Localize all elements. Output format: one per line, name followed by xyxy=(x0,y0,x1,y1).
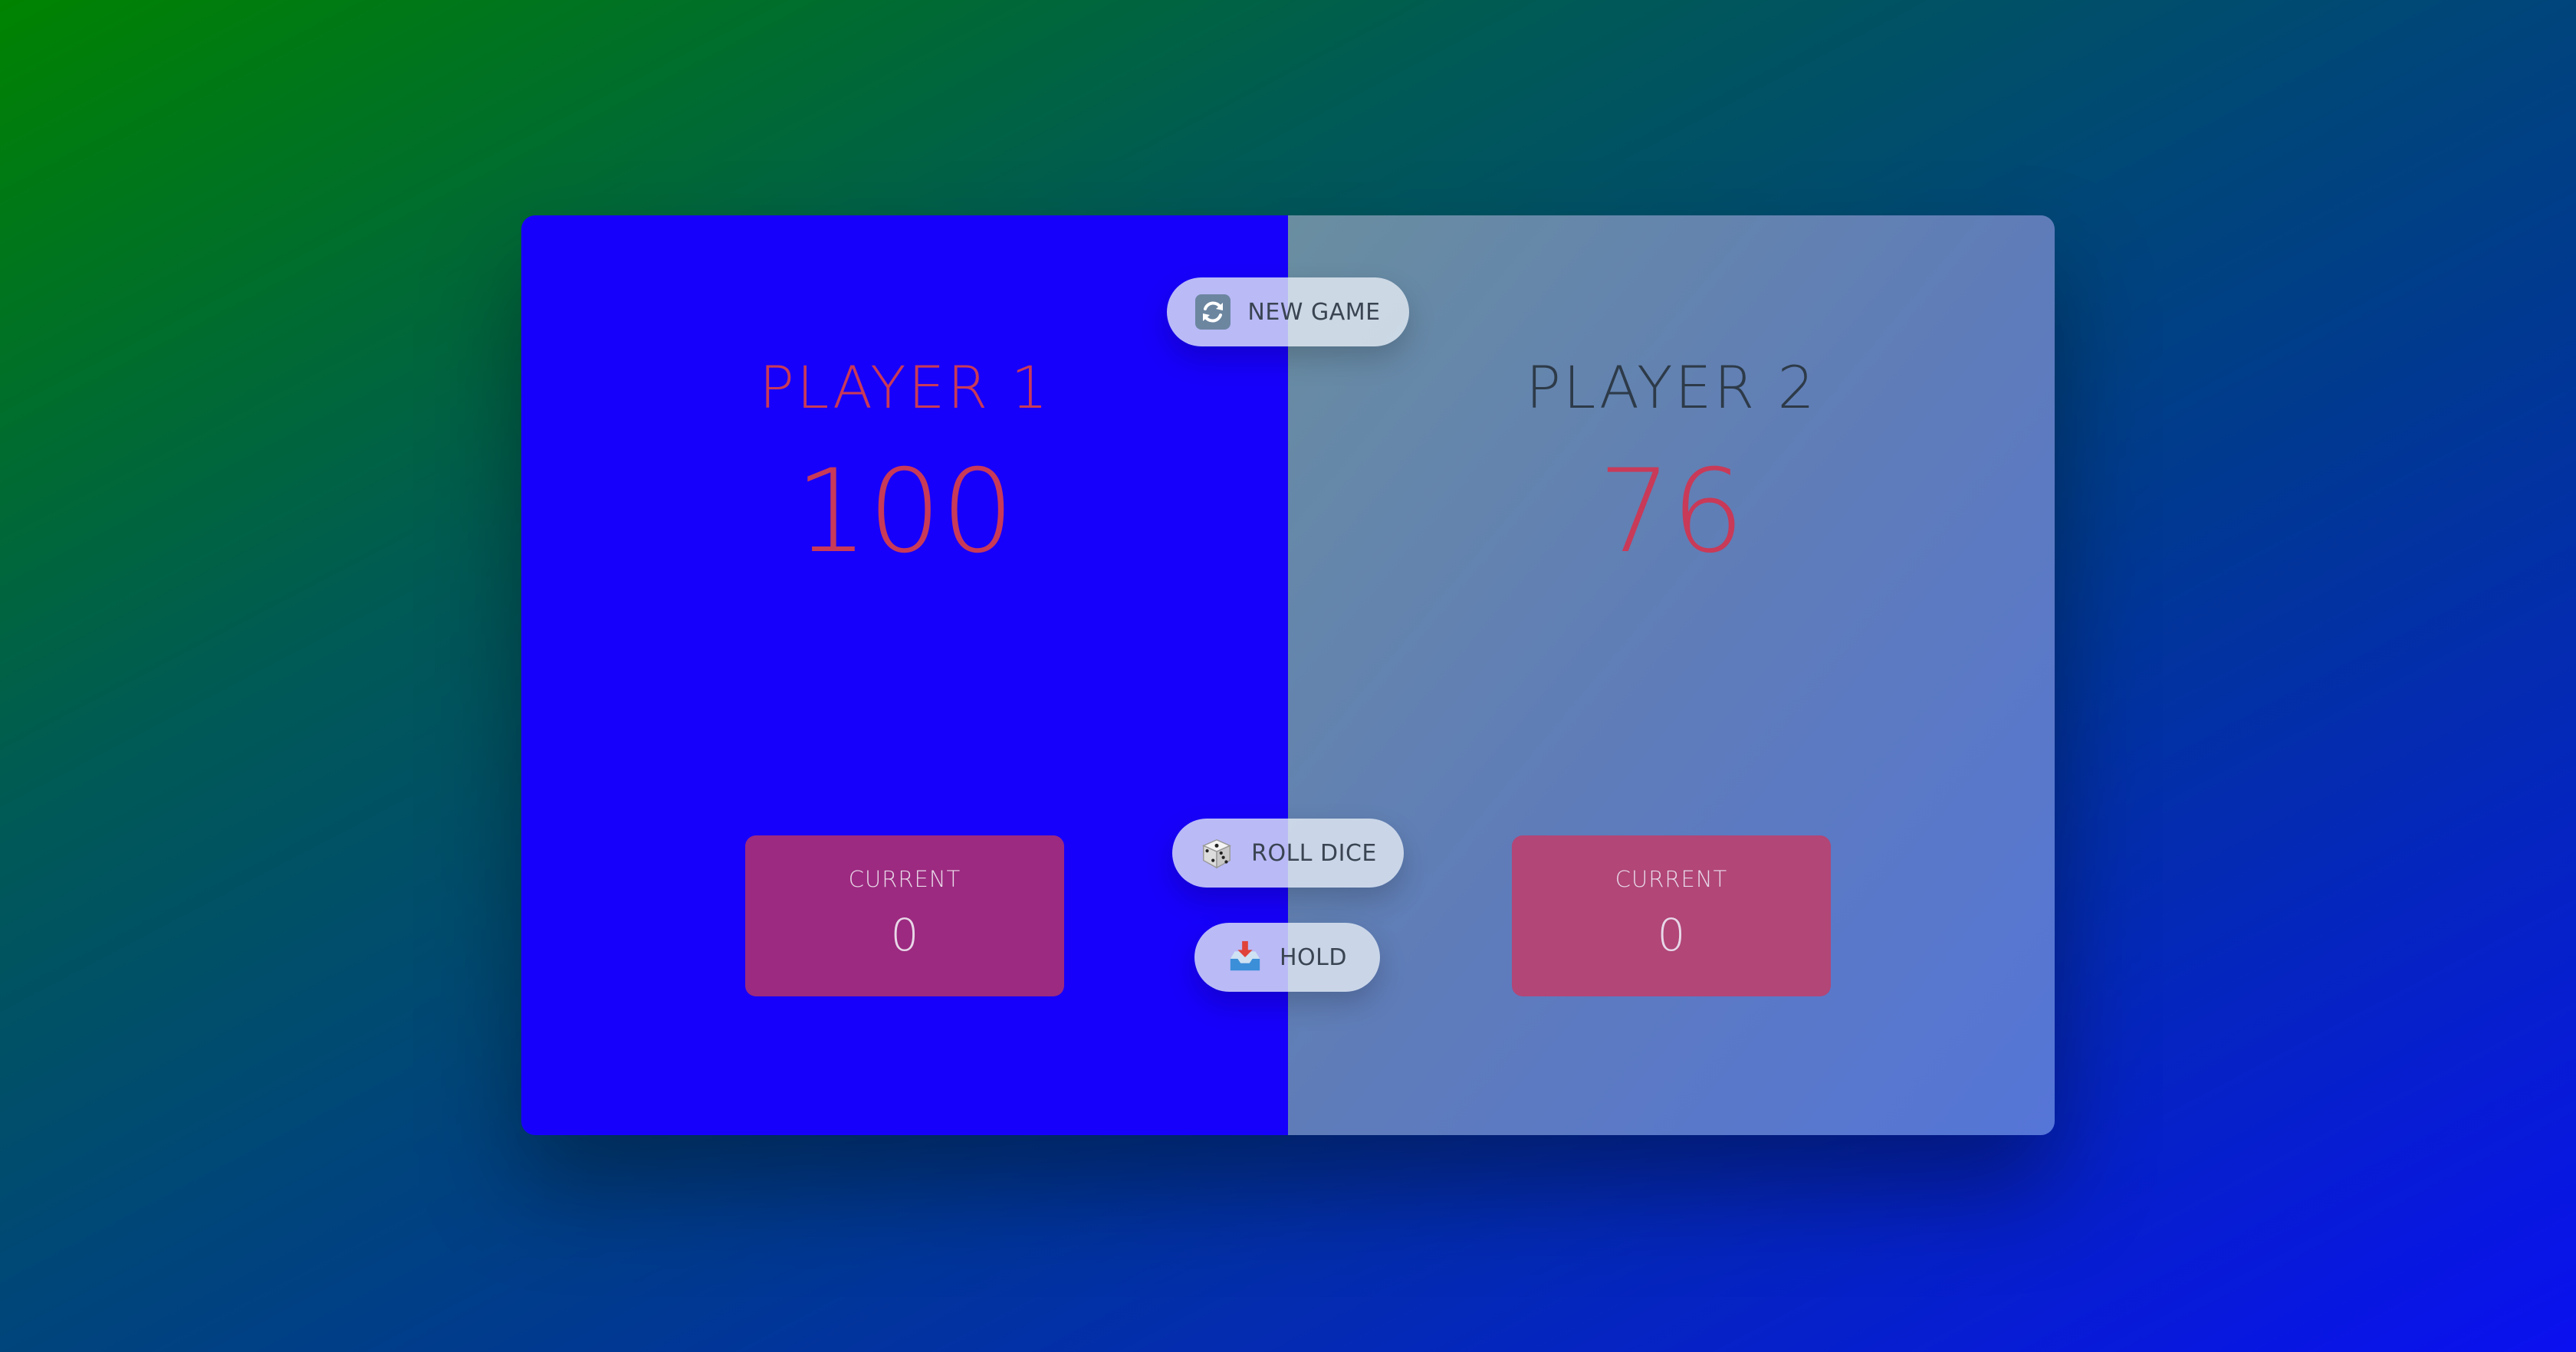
player-1-current-box: CURRENT 0 xyxy=(745,835,1064,996)
player-1-score: 100 xyxy=(794,445,1015,579)
new-game-button[interactable]: NEW GAME xyxy=(1167,277,1409,346)
dice-icon xyxy=(1199,835,1234,871)
roll-dice-label: ROLL DICE xyxy=(1251,839,1377,867)
game-board: PLAYER 1 100 CURRENT 0 PLAYER 2 76 CURRE… xyxy=(521,215,2055,1135)
player-2-current-box: CURRENT 0 xyxy=(1512,835,1831,996)
refresh-icon xyxy=(1195,294,1231,330)
player-2-panel: PLAYER 2 76 CURRENT 0 xyxy=(1288,215,2055,1135)
inbox-tray-icon xyxy=(1227,940,1263,975)
new-game-label: NEW GAME xyxy=(1247,298,1381,326)
hold-label: HOLD xyxy=(1280,943,1347,971)
player-1-panel: PLAYER 1 100 CURRENT 0 xyxy=(521,215,1288,1135)
player-2-score: 76 xyxy=(1598,445,1745,579)
player-1-name: PLAYER 1 xyxy=(759,353,1050,422)
player-2-current-label: CURRENT xyxy=(1615,866,1728,892)
hold-button[interactable]: HOLD xyxy=(1194,923,1380,992)
roll-dice-button[interactable]: ROLL DICE xyxy=(1172,819,1404,888)
player-2-name: PLAYER 2 xyxy=(1526,353,1817,422)
player-1-current-score: 0 xyxy=(890,909,919,961)
player-2-current-score: 0 xyxy=(1657,909,1686,961)
player-1-current-label: CURRENT xyxy=(848,866,961,892)
